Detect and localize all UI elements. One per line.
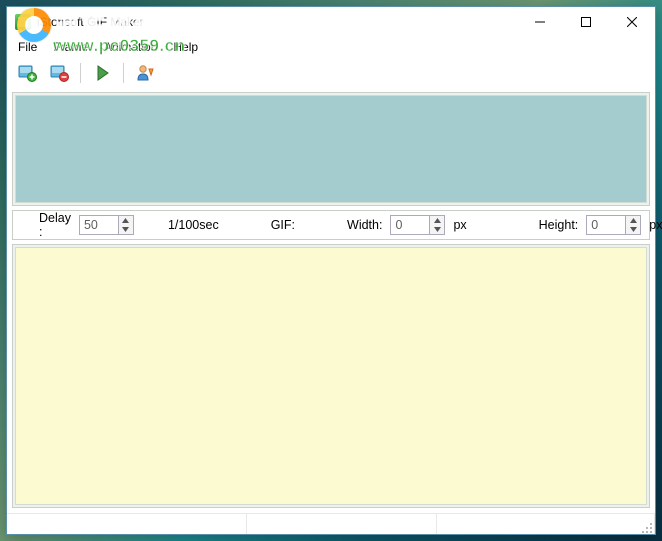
menu-animation[interactable]: Animation [97, 38, 164, 56]
preview-canvas[interactable] [15, 247, 647, 505]
app-icon [15, 14, 31, 30]
statusbar [7, 513, 655, 534]
play-icon [92, 63, 112, 83]
frames-panel [12, 92, 650, 206]
status-cell-1 [7, 514, 247, 534]
minimize-button[interactable] [517, 7, 563, 36]
close-icon [627, 17, 637, 27]
menu-frame[interactable]: Frame [46, 38, 95, 56]
width-label: Width: [347, 218, 382, 232]
user-icon [135, 63, 155, 83]
menu-file[interactable]: File [11, 38, 44, 56]
delay-unit: 1/100sec [168, 218, 219, 232]
play-button[interactable] [88, 60, 116, 86]
delay-label: Delay : [39, 211, 71, 239]
width-unit: px [453, 218, 466, 232]
user-button[interactable] [131, 60, 159, 86]
toolbar-separator [123, 63, 124, 83]
window-controls [517, 7, 655, 36]
remove-frame-icon [49, 63, 69, 83]
add-frame-button[interactable] [13, 60, 41, 86]
delay-input[interactable] [80, 216, 118, 234]
width-up-button[interactable] [430, 216, 444, 225]
toolbar [7, 57, 655, 89]
maximize-icon [581, 17, 591, 27]
height-label: Height: [539, 218, 579, 232]
minimize-icon [535, 17, 545, 27]
window-title: iStonsoft GIF Maker [37, 15, 144, 29]
maximize-button[interactable] [563, 7, 609, 36]
close-button[interactable] [609, 7, 655, 36]
frames-strip[interactable] [15, 95, 647, 203]
preview-panel [12, 244, 650, 508]
settings-bar: Delay : 1/100sec GIF: Width: [12, 210, 650, 240]
height-unit: px [649, 218, 662, 232]
titlebar: iStonsoft GIF Maker [7, 7, 655, 37]
menubar: File Frame Animation Help [7, 37, 655, 57]
width-spinner [390, 215, 445, 235]
status-cell-3 [437, 514, 655, 534]
height-up-button[interactable] [626, 216, 640, 225]
desktop-background: 河东软件园 www.pc0359.cn iStonsoft GIF Maker [0, 0, 662, 541]
height-input[interactable] [587, 216, 625, 234]
height-spinner [586, 215, 641, 235]
add-frame-icon [17, 63, 37, 83]
status-cell-2 [247, 514, 437, 534]
delay-down-button[interactable] [119, 225, 133, 234]
app-window: 河东软件园 www.pc0359.cn iStonsoft GIF Maker [6, 6, 656, 535]
remove-frame-button[interactable] [45, 60, 73, 86]
width-input[interactable] [391, 216, 429, 234]
resize-grip-icon[interactable] [638, 519, 652, 533]
toolbar-separator [80, 63, 81, 83]
height-down-button[interactable] [626, 225, 640, 234]
width-down-button[interactable] [430, 225, 444, 234]
delay-up-button[interactable] [119, 216, 133, 225]
delay-spinner [79, 215, 134, 235]
menu-help[interactable]: Help [166, 38, 205, 56]
gif-label: GIF: [271, 218, 295, 232]
